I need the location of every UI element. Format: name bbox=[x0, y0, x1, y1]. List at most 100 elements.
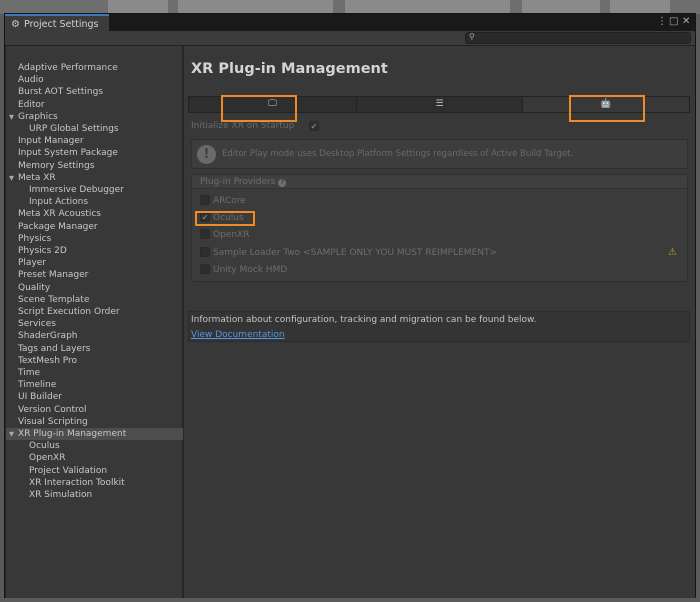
sidebar-item-services[interactable]: Services bbox=[6, 318, 183, 330]
search-icon: ⚲ bbox=[469, 32, 475, 41]
sidebar-item-urp-global-settings[interactable]: URP Global Settings bbox=[6, 123, 183, 135]
sidebar-item-openxr[interactable]: OpenXR bbox=[6, 452, 183, 464]
sidebar-item-label: OpenXR bbox=[29, 453, 66, 464]
sidebar-item-label: Adaptive Performance bbox=[18, 63, 118, 73]
sidebar-item-package-manager[interactable]: Package Manager bbox=[6, 221, 183, 233]
project-settings-window: ⚙ Project Settings ⋮ □ ✕ ⚲ Adaptive Perf… bbox=[4, 13, 696, 598]
provider-row-sample-loader: Sample Loader Two <SAMPLE ONLY YOU MUST … bbox=[192, 244, 687, 261]
sidebar-item-input-system-package[interactable]: Input System Package bbox=[6, 147, 183, 159]
page-title: XR Plug-in Management bbox=[191, 61, 388, 77]
sidebar-item-adaptive-performance[interactable]: Adaptive Performance bbox=[6, 62, 183, 74]
sidebar-item-label: Immersive Debugger bbox=[29, 185, 124, 195]
sidebar-item-label: ShaderGraph bbox=[18, 331, 78, 342]
sidebar-item-label: Script Execution Order bbox=[18, 307, 120, 317]
settings-sidebar: Adaptive Performance Audio Burst AOT Setti… bbox=[6, 46, 183, 598]
sidebar-item-label: Scene Template bbox=[18, 294, 90, 305]
sidebar-item-label: Visual Scripting bbox=[18, 416, 88, 427]
sidebar-item-xr-simulation[interactable]: XR Simulation bbox=[6, 489, 183, 501]
sidebar-item-physics[interactable]: Physics bbox=[6, 233, 183, 245]
sidebar-item-preset-manager[interactable]: Preset Manager bbox=[6, 269, 183, 281]
sidebar-item-project-validation[interactable]: Project Validation bbox=[6, 465, 183, 477]
sidebar-item-label: Meta XR bbox=[18, 172, 56, 183]
sidebar-item-shadergraph[interactable]: ShaderGraph bbox=[6, 330, 183, 342]
sidebar-item-label: Editor bbox=[18, 99, 45, 110]
sidebar-item-visual-scripting[interactable]: Visual Scripting bbox=[6, 416, 183, 428]
sidebar-item-meta-xr-acoustics[interactable]: Meta XR Acoustics bbox=[6, 208, 183, 220]
settings-toolbar: ⚲ bbox=[5, 31, 695, 46]
sidebar-item-label: Version Control bbox=[18, 404, 87, 415]
sidebar-item-editor[interactable]: Editor bbox=[6, 99, 183, 111]
desktop-background-block bbox=[108, 0, 168, 14]
sidebar-item-timeline[interactable]: Timeline bbox=[6, 379, 183, 391]
project-settings-tab[interactable]: ⚙ Project Settings bbox=[5, 14, 109, 32]
window-tab-bar: ⚙ Project Settings ⋮ □ ✕ bbox=[5, 14, 695, 32]
more-options-icon[interactable]: ⋮ bbox=[657, 16, 667, 27]
expand-arrow-icon[interactable]: ▼ bbox=[9, 428, 14, 440]
provider-label-arcore: ARCore bbox=[213, 196, 246, 206]
desktop-background-block bbox=[345, 0, 510, 14]
sidebar-item-label: Audio bbox=[18, 75, 44, 86]
help-text: Editor Play mode uses Desktop Platform S… bbox=[222, 149, 574, 159]
sidebar-item-time[interactable]: Time bbox=[6, 367, 183, 379]
sidebar-item-scene-template[interactable]: Scene Template bbox=[6, 294, 183, 306]
sidebar-item-label: Input Manager bbox=[18, 136, 84, 147]
sidebar-item-immersive-debugger[interactable]: Immersive Debugger bbox=[6, 184, 183, 196]
sidebar-item-script-execution-order[interactable]: Script Execution Order bbox=[6, 306, 183, 318]
highlight-oculus-provider bbox=[195, 211, 255, 226]
tab-settings-platform[interactable]: ☰ bbox=[356, 97, 523, 112]
sidebar-item-audio[interactable]: Audio bbox=[6, 74, 183, 86]
expand-arrow-icon[interactable]: ▼ bbox=[9, 111, 14, 123]
provider-label-openxr: OpenXR bbox=[213, 230, 250, 240]
documentation-info-box: Information about configuration, trackin… bbox=[188, 311, 690, 342]
sidebar-item-xr-interaction-toolkit[interactable]: XR Interaction Toolkit bbox=[6, 477, 183, 489]
sidebar-item-graphics[interactable]: ▼ Graphics bbox=[6, 111, 183, 123]
sidebar-item-quality[interactable]: Quality bbox=[6, 282, 183, 294]
sidebar-item-label: XR Interaction Toolkit bbox=[29, 477, 125, 488]
sidebar-item-label: TextMesh Pro bbox=[18, 355, 78, 366]
provider-checkbox-sample-loader[interactable] bbox=[200, 247, 210, 257]
sidebar-item-label: Memory Settings bbox=[18, 160, 95, 171]
maximize-icon[interactable]: □ bbox=[669, 16, 678, 27]
sidebar-item-label: Time bbox=[18, 368, 41, 378]
sidebar-item-ui-builder[interactable]: UI Builder bbox=[6, 391, 183, 403]
sidebar-item-label: URP Global Settings bbox=[29, 124, 119, 134]
sidebar-item-version-control[interactable]: Version Control bbox=[6, 404, 183, 416]
sidebar-item-input-manager[interactable]: Input Manager bbox=[6, 135, 183, 147]
sidebar-item-input-actions[interactable]: Input Actions bbox=[6, 196, 183, 208]
provider-row-arcore: ARCore bbox=[192, 192, 687, 209]
provider-checkbox-unity-mock-hmd[interactable] bbox=[200, 264, 210, 274]
sidebar-item-physics-2d[interactable]: Physics 2D bbox=[6, 245, 183, 257]
sliders-icon: ☰ bbox=[435, 99, 444, 109]
highlight-monitor-tab bbox=[221, 95, 297, 122]
sidebar-item-label: Meta XR Acoustics bbox=[18, 209, 101, 220]
sidebar-item-memory-settings[interactable]: Memory Settings bbox=[6, 160, 183, 172]
provider-checkbox-arcore[interactable] bbox=[200, 195, 210, 205]
help-icon[interactable]: ? bbox=[278, 179, 287, 187]
expand-arrow-icon[interactable]: ▼ bbox=[9, 172, 14, 184]
desktop-background-block bbox=[522, 0, 600, 14]
initialize-xr-row: Initialize XR on Startup ✔ bbox=[191, 121, 319, 131]
xr-settings-panel: XR Plug-in Management 🖵 ☰ 🤖 Initialize X… bbox=[184, 46, 695, 598]
desktop-background bbox=[0, 0, 700, 14]
search-input[interactable]: ⚲ bbox=[465, 32, 691, 44]
provider-checkbox-openxr[interactable] bbox=[200, 229, 210, 239]
sidebar-item-tags-and-layers[interactable]: Tags and Layers bbox=[6, 343, 183, 355]
initialize-xr-label: Initialize XR on Startup bbox=[191, 121, 295, 131]
gear-icon: ⚙ bbox=[11, 18, 20, 30]
sidebar-item-xr-plug-in-management[interactable]: ▼ XR Plug-in Management bbox=[6, 428, 183, 440]
initialize-xr-checkbox[interactable]: ✔ bbox=[309, 121, 319, 131]
sidebar-item-label: Burst AOT Settings bbox=[18, 87, 104, 98]
sidebar-item-player[interactable]: Player bbox=[6, 257, 183, 269]
view-documentation-link[interactable]: View Documentation bbox=[191, 330, 285, 340]
sidebar-item-burst-aot-settings[interactable]: Burst AOT Settings bbox=[6, 86, 183, 98]
close-icon[interactable]: ✕ bbox=[682, 16, 690, 27]
sidebar-item-label: Quality bbox=[18, 282, 51, 293]
info-icon: ! bbox=[197, 145, 216, 164]
sidebar-item-textmesh-pro[interactable]: TextMesh Pro bbox=[6, 355, 183, 367]
provider-row-unity-mock-hmd: Unity Mock HMD bbox=[192, 261, 687, 278]
sidebar-item-oculus[interactable]: Oculus bbox=[6, 440, 183, 452]
provider-label-sample-loader: Sample Loader Two <SAMPLE ONLY YOU MUST … bbox=[213, 248, 498, 258]
sidebar-item-meta-xr[interactable]: ▼ Meta XR bbox=[6, 172, 183, 184]
help-box: ! Editor Play mode uses Desktop Platform… bbox=[191, 139, 688, 169]
warning-icon: ⚠ bbox=[668, 247, 677, 258]
